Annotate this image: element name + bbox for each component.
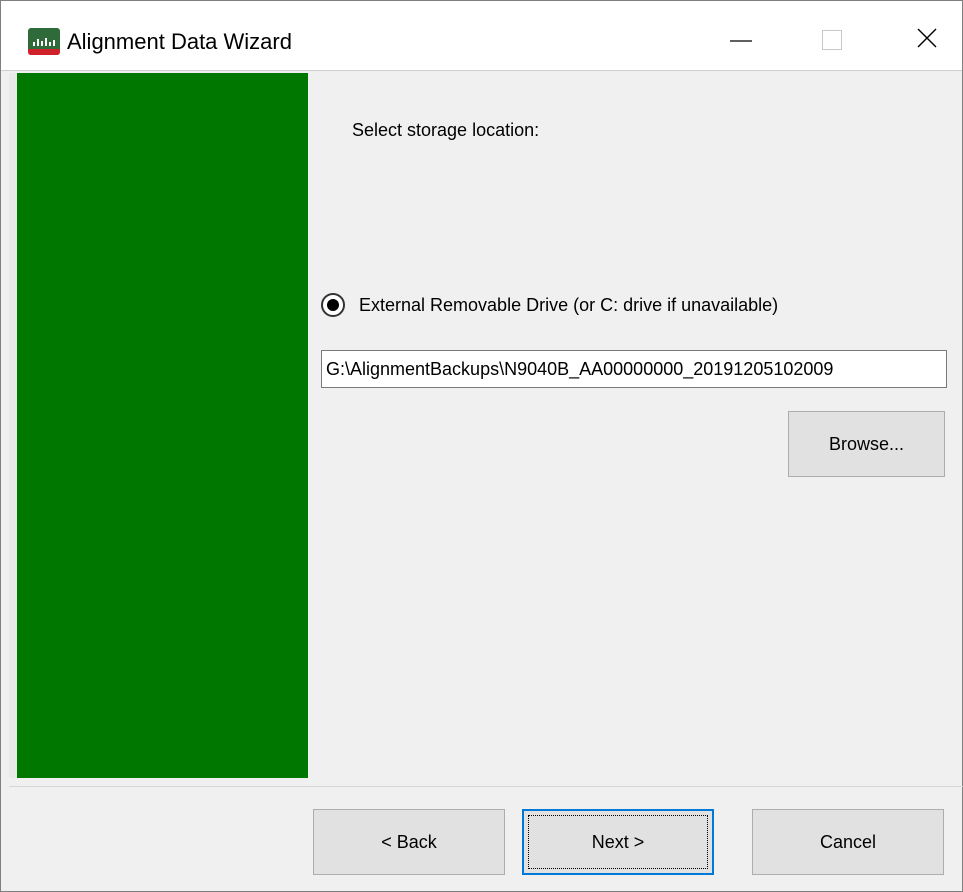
external-drive-label[interactable]: External Removable Drive (or C: drive if… (359, 294, 778, 316)
storage-path-field[interactable]: G:\AlignmentBackups\N9040B_AA00000000_20… (321, 350, 947, 388)
footer-divider (9, 786, 963, 787)
app-icon (28, 28, 60, 55)
title-bar[interactable]: Alignment Data Wizard (1, 1, 962, 71)
wizard-window: Alignment Data Wizard Select storage loc… (0, 0, 963, 892)
radio-selected-dot (327, 299, 339, 311)
maximize-icon (822, 30, 842, 50)
page-heading: Select storage location: (352, 120, 540, 140)
focus-rectangle (528, 815, 708, 869)
next-button[interactable]: Next > (522, 809, 714, 875)
side-panel-border (9, 73, 17, 778)
minimize-icon (730, 40, 752, 42)
browse-button[interactable]: Browse... (788, 411, 945, 477)
maximize-button[interactable] (802, 1, 872, 71)
cancel-button[interactable]: Cancel (752, 809, 944, 875)
back-button[interactable]: < Back (313, 809, 505, 875)
window-title: Alignment Data Wizard (67, 29, 292, 54)
minimize-button[interactable] (706, 1, 776, 71)
external-drive-radio[interactable] (321, 293, 345, 317)
close-icon (917, 28, 937, 48)
wizard-side-banner (17, 73, 308, 778)
close-button[interactable] (892, 1, 962, 71)
